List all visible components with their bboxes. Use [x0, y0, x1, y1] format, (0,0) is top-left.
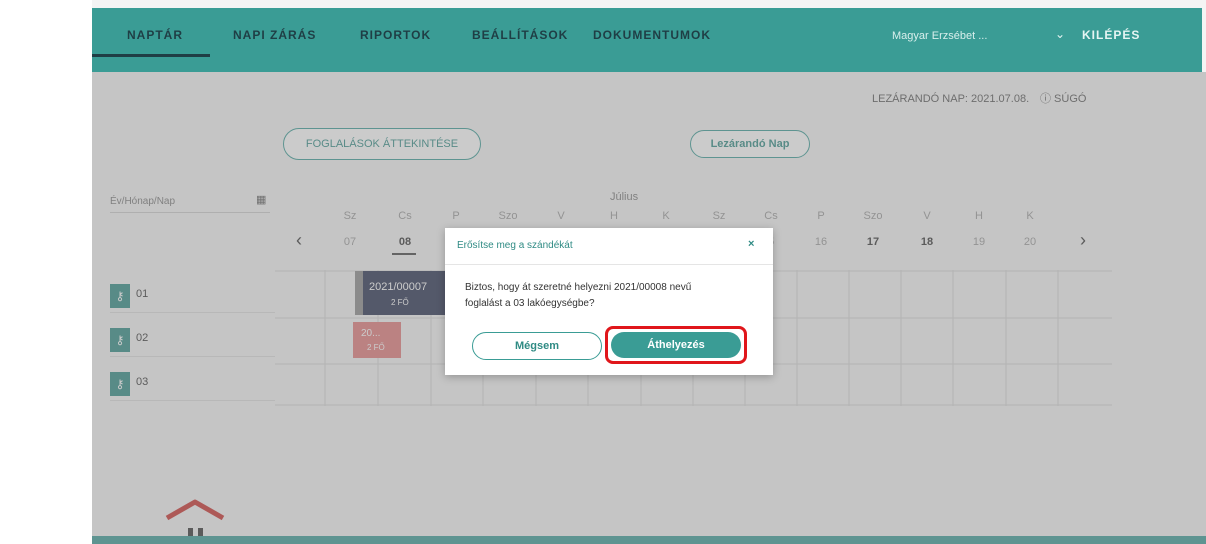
nav-documents[interactable]: DOKUMENTUMOK — [593, 28, 711, 42]
dialog-message: Biztos, hogy át szeretné helyezni 2021/0… — [465, 280, 750, 312]
dialog-divider — [445, 264, 773, 265]
chevron-down-icon[interactable]: ⌄ — [1055, 27, 1065, 41]
nav-calendar[interactable]: NAPTÁR — [127, 28, 183, 42]
nav-settings[interactable]: BEÁLLÍTÁSOK — [472, 28, 568, 42]
user-name[interactable]: Magyar Erzsébet ... — [892, 30, 987, 42]
dialog-message-line: Biztos, hogy át szeretné helyezni 2021/0… — [465, 282, 692, 293]
dialog-message-line: foglalást a 03 lakóegységbe? — [465, 298, 595, 309]
logout-link[interactable]: KILÉPÉS — [1082, 28, 1140, 42]
nav-daily-closing[interactable]: NAPI ZÁRÁS — [233, 28, 316, 42]
relocate-button[interactable]: Áthelyezés — [611, 332, 741, 358]
cancel-button[interactable]: Mégsem — [472, 332, 602, 360]
close-icon[interactable]: × — [748, 238, 754, 250]
nav-reports[interactable]: RIPORTOK — [360, 28, 431, 42]
confirm-dialog: Erősítse meg a szándékát × Biztos, hogy … — [445, 228, 773, 375]
active-tab-underline — [92, 54, 210, 57]
dialog-title: Erősítse meg a szándékát — [457, 240, 573, 251]
